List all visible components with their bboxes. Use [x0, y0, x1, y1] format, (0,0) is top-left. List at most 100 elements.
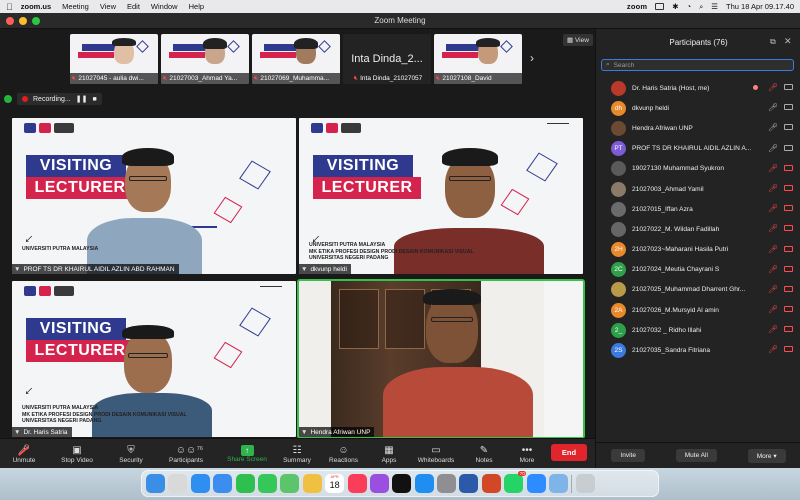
mic-muted-icon[interactable]: 🎤︎ [768, 265, 778, 274]
notes-button[interactable]: ✎ Notes [465, 439, 503, 469]
battery-icon[interactable] [655, 3, 665, 10]
camera-off-icon[interactable] [784, 285, 793, 292]
camera-icon[interactable] [784, 144, 793, 151]
dock-photos-icon[interactable] [302, 474, 322, 493]
video-tile[interactable]: VISITING LECTURER ← UNIVERSITI PUTRA MAL… [12, 118, 296, 274]
participant-row[interactable]: 21027025_Muhammad Dharrent Ghr... 🎤︎ [596, 280, 800, 300]
camera-off-icon[interactable] [784, 245, 793, 252]
dock-finder-icon[interactable] [146, 474, 165, 493]
participant-row[interactable]: 2C 21027024_Meutia Chayrani S 🎤︎ [596, 260, 800, 280]
mute-all-button[interactable]: Mute All [675, 449, 717, 462]
camera-off-icon[interactable] [784, 205, 793, 212]
close-window-icon[interactable] [6, 17, 14, 25]
pause-recording-icon[interactable]: ❚❚ [76, 95, 88, 103]
fullscreen-window-icon[interactable] [32, 17, 40, 25]
mic-muted-icon[interactable]: 🎤︎ [768, 325, 778, 334]
summary-button[interactable]: ☷ Summary [278, 439, 316, 469]
dock-whatsapp-icon[interactable]: 70 [504, 471, 527, 493]
clock[interactable]: Thu 18 Apr 09.17.40 [726, 2, 794, 11]
participant-row[interactable]: 2S 21027035_Sandra Fitriana 🎤︎ [596, 340, 800, 360]
menu-app-name[interactable]: zoom.us [21, 2, 51, 11]
strip-next-arrow-icon[interactable]: › [530, 51, 534, 65]
participant-row[interactable]: 2A 21027026_M.Mursyid Al amin 🎤︎ [596, 300, 800, 320]
mic-muted-icon[interactable]: 🎤︎ [768, 345, 778, 354]
camera-off-icon[interactable] [784, 225, 793, 232]
camera-icon[interactable] [784, 84, 793, 90]
dock-launchpad-icon[interactable] [168, 474, 188, 493]
menu-window[interactable]: Window [151, 2, 178, 11]
dock-messages-icon[interactable] [257, 474, 277, 493]
participant-row[interactable]: 19027130 Muhammad Syukron 🎤︎ [596, 159, 800, 179]
wifi-icon[interactable]: ◔ [687, 2, 692, 11]
thumbnail-video[interactable]: 🔇︎ 21027108_David [434, 34, 522, 84]
mic-icon[interactable]: 🎤︎ [768, 123, 778, 132]
dock-mail-icon[interactable] [213, 474, 233, 493]
close-icon[interactable]: ✕ [784, 36, 792, 47]
mic-muted-icon[interactable]: 🎤︎ [768, 83, 778, 92]
thumbnail-video[interactable]: 🔇︎ 21027003_Ahmad Ya... [161, 34, 249, 84]
security-button[interactable]: ⛨ Security [106, 439, 156, 469]
apps-button[interactable]: ▦ Apps [371, 439, 407, 469]
end-meeting-button[interactable]: End [551, 444, 587, 461]
more-options-button[interactable]: More ▾ [747, 448, 786, 463]
participant-row[interactable]: 2H 21027023~Maharani Hasila Putri 🎤︎ [596, 240, 800, 260]
control-center-icon[interactable]: ☰ [711, 2, 718, 11]
apple-icon[interactable]:  [6, 2, 13, 12]
mic-icon[interactable]: 🎤︎ [768, 144, 778, 153]
participant-row[interactable]: 21027022_M. Wildan Fadillah 🎤︎ [596, 219, 800, 239]
camera-off-icon[interactable] [784, 306, 793, 313]
bluetooth-icon[interactable]: ✱ [672, 2, 678, 11]
dock-tv-icon[interactable] [392, 474, 412, 493]
participant-row[interactable]: 21027015_Iffan Azra 🎤︎ [596, 199, 800, 219]
participant-row[interactable]: Hendra Afriwan UNP 🎤︎ [596, 118, 800, 138]
participant-row[interactable]: PT PROF TS DR KHAIRUL AIDIL AZLIN A... 🎤︎ [596, 139, 800, 159]
participant-row[interactable]: dh dkvunp heldi 🎤︎ [596, 98, 800, 118]
video-tile-active-speaker[interactable]: ▼ Hendra Afriwan UNP [297, 279, 585, 439]
participant-row[interactable]: 2_ 21027032 _ Ridho Illahi 🎤︎ [596, 320, 800, 340]
dock-settings-icon[interactable] [437, 474, 457, 493]
mic-muted-icon[interactable]: 🎤︎ [768, 224, 778, 233]
thumbnail-video[interactable]: 🔇︎ 21027045 - aulia dwi... [70, 34, 158, 84]
camera-off-icon[interactable] [784, 346, 793, 353]
stop-recording-icon[interactable]: ■ [92, 96, 96, 103]
stop-video-button[interactable]: ▣ Stop Video [48, 439, 106, 469]
minimize-window-icon[interactable] [19, 17, 27, 25]
search-icon[interactable]: ⌕ [699, 2, 703, 12]
share-screen-button[interactable]: ↑ Share Screen [216, 439, 278, 469]
dock-music-icon[interactable] [347, 474, 367, 493]
dock-powerpoint-icon[interactable] [481, 474, 501, 493]
video-tile[interactable]: VISITING LECTURER ← UNIVERSITI PUTRA MAL… [12, 281, 296, 437]
participants-button[interactable]: ☺☺ 76 Participants [156, 439, 216, 469]
invite-button[interactable]: Invite [611, 449, 645, 462]
thumbnail-video[interactable]: 🔇︎ 21027069_Muhamma... [252, 34, 340, 84]
popout-icon[interactable]: ⧉ [770, 37, 776, 47]
participant-row[interactable]: 21027003_Ahmad Yamil 🎤︎ [596, 179, 800, 199]
thumbnail-video[interactable]: Inta Dinda_2... 🔇︎ Inta Dinda_21027057 [343, 34, 431, 84]
dock-podcasts-icon[interactable] [369, 474, 389, 493]
mic-muted-icon[interactable]: 🎤︎ [768, 204, 778, 213]
mic-muted-icon[interactable]: 🎤︎ [768, 305, 778, 314]
camera-icon[interactable] [784, 124, 793, 131]
camera-off-icon[interactable] [784, 265, 793, 272]
dock-maps-icon[interactable] [280, 474, 300, 493]
mic-muted-icon[interactable]: 🎤︎ [768, 245, 778, 254]
participant-row[interactable]: Dr. Haris Satria (Host, me) 🎤︎ [596, 78, 800, 98]
view-button[interactable]: ▦ View [563, 34, 593, 46]
dock-word-icon[interactable] [459, 474, 479, 493]
mic-muted-icon[interactable]: 🎤︎ [768, 285, 778, 294]
menu-edit[interactable]: Edit [127, 2, 140, 11]
video-tile[interactable]: VISITING LECTURER ← UNIVERSITI PUTRA MAL… [299, 118, 583, 274]
reactions-button[interactable]: ☺ Reactions [316, 439, 371, 469]
camera-icon[interactable] [784, 104, 793, 111]
menu-help[interactable]: Help [189, 2, 204, 11]
dock-trash-icon[interactable] [575, 474, 595, 493]
dock-zoom-icon[interactable] [526, 474, 546, 493]
participant-search-input[interactable]: ⌕ Search [601, 59, 794, 71]
menu-view[interactable]: View [100, 2, 116, 11]
mic-muted-icon[interactable]: 🎤︎ [768, 184, 778, 193]
camera-off-icon[interactable] [784, 184, 793, 191]
dock-safari-icon[interactable] [190, 474, 210, 493]
zoom-status-icon[interactable]: zoom [627, 2, 647, 11]
camera-off-icon[interactable] [784, 164, 793, 171]
dock-facetime-icon[interactable] [235, 474, 255, 493]
